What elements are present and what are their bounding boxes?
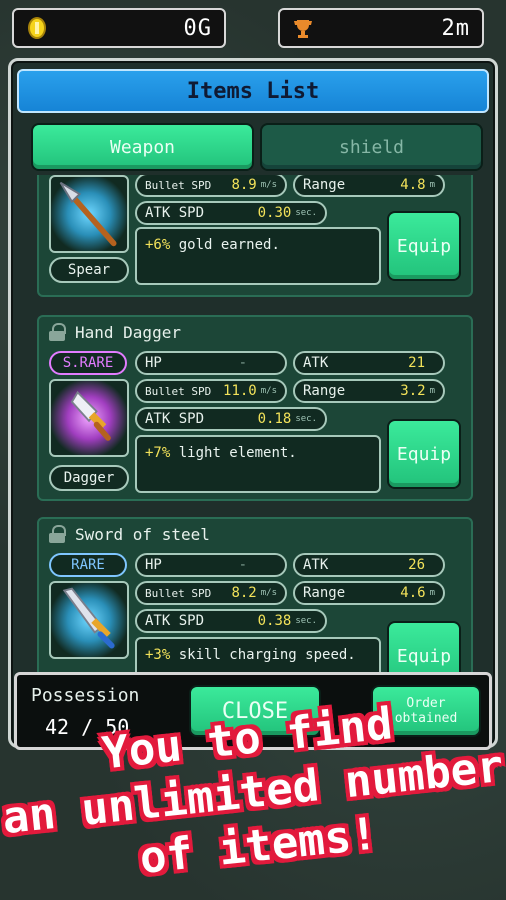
category-tabs: Weapon shield	[31, 123, 483, 171]
dagger-icon	[49, 379, 129, 457]
rarity-badge: RARE	[49, 553, 127, 577]
item-card-hand-dagger: Hand Dagger S.RARE Dagger HP - ATK 21 Bu	[37, 315, 473, 501]
lock-icon	[49, 323, 66, 341]
sword-icon	[49, 581, 129, 659]
spear-icon	[49, 175, 129, 253]
stat-atk: ATK 26	[293, 553, 445, 577]
item-bonus-description: +6% gold earned.	[135, 227, 381, 285]
coin-icon	[28, 17, 46, 39]
stat-range: Range 4.6 m	[293, 581, 445, 605]
stat-bullet-spd: Bullet SPD 8.2 m/s	[135, 581, 287, 605]
stat-bullet-spd: Bullet SPD 8.9 m/s	[135, 175, 287, 197]
gold-counter: 0G	[12, 8, 226, 48]
item-type-label: Spear	[49, 257, 129, 283]
possession-label: Possession	[31, 685, 140, 706]
items-list-panel: Items List Weapon shield Spear Bullet SP…	[8, 58, 498, 748]
stat-range: Range 4.8 m	[293, 175, 445, 197]
tab-weapon[interactable]: Weapon	[31, 123, 254, 171]
item-name: Hand Dagger	[75, 322, 181, 342]
stat-range: Range 3.2 m	[293, 379, 445, 403]
distance-counter: 2m	[278, 8, 484, 48]
item-name: Sword of steel	[75, 524, 210, 544]
items-list[interactable]: Spear Bullet SPD 8.9 m/s Range 4.8 m ATK…	[37, 175, 477, 730]
stat-atk-spd: ATK SPD 0.30 sec.	[135, 201, 327, 225]
stat-atk-spd: ATK SPD 0.38 sec.	[135, 609, 327, 633]
trophy-icon	[294, 20, 312, 38]
stat-hp: HP -	[135, 351, 287, 375]
rarity-badge: S.RARE	[49, 351, 127, 375]
item-bonus-description: +7% light element.	[135, 435, 381, 493]
item-type-label: Dagger	[49, 465, 129, 491]
item-card-spear: Spear Bullet SPD 8.9 m/s Range 4.8 m ATK…	[37, 175, 473, 297]
stat-atk: ATK 21	[293, 351, 445, 375]
stat-bullet-spd: Bullet SPD 11.0 m/s	[135, 379, 287, 403]
stat-hp: HP -	[135, 553, 287, 577]
distance-value: 2m	[441, 15, 470, 41]
equip-button[interactable]: Equip	[387, 211, 461, 281]
tab-shield[interactable]: shield	[260, 123, 483, 171]
gold-value: 0G	[183, 15, 212, 41]
lock-icon	[49, 525, 66, 543]
equip-button[interactable]: Equip	[387, 419, 461, 489]
panel-title: Items List	[17, 69, 489, 113]
stat-atk-spd: ATK SPD 0.18 sec.	[135, 407, 327, 431]
